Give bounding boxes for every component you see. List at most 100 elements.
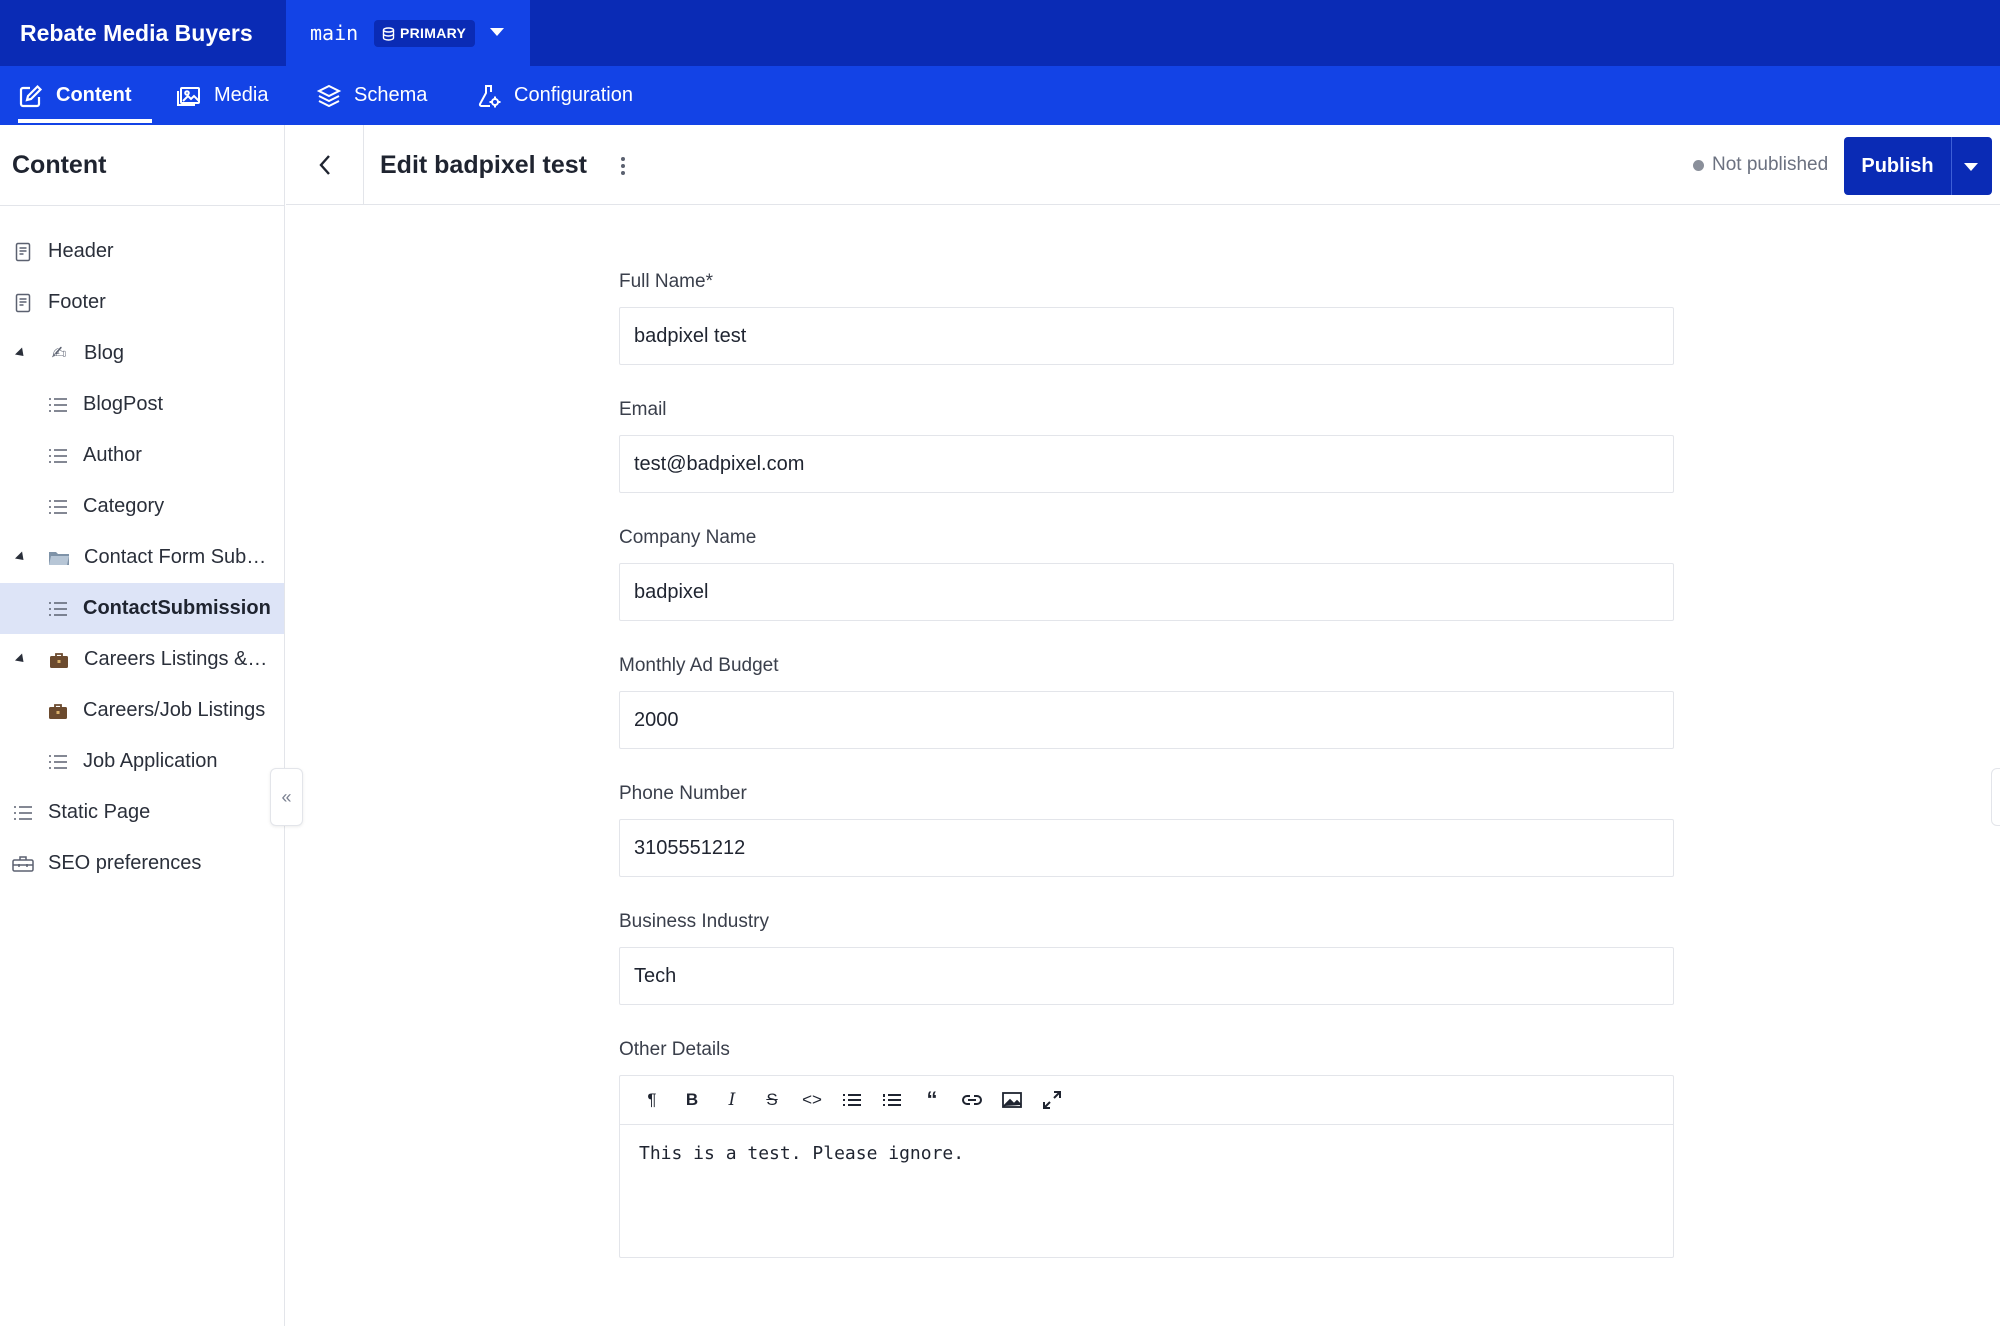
back-button[interactable] [286,125,364,205]
full-name-label: Full Name* [619,271,713,292]
sidebar-item-category[interactable]: Category [0,481,284,532]
sidebar-item-static-page[interactable]: Static Page [0,787,284,838]
sidebar-item-label: Careers/Job Listings [83,699,266,721]
tab-media-label: Media [214,84,269,106]
project-name[interactable]: Rebate Media Buyers [20,0,253,66]
document-icon [12,241,34,263]
numbered-list-icon[interactable] [872,1080,912,1120]
sidebar-item-label: Category [83,495,165,517]
layers-icon [316,84,342,107]
sidebar-item-careers-listings[interactable]: Careers Listings &… [0,634,284,685]
email-label: Email [619,399,667,420]
edit-icon [19,84,43,107]
publish-button[interactable]: Publish [1844,137,1952,195]
sidebar-title: Content [12,151,107,179]
other-details-label: Other Details [619,1039,730,1060]
flask-gear-icon [478,84,501,107]
list-icon [47,496,69,518]
rich-text-toolbar: ¶ B I S <> “ [620,1076,1673,1125]
environment-switcher[interactable]: main PRIMARY [286,0,530,66]
fullscreen-icon[interactable] [1032,1080,1072,1120]
sidebar-item-careers-job-listings[interactable]: Careers/Job Listings [0,685,284,736]
company-name-field[interactable]: badpixel [619,563,1674,621]
expand-right-panel-handle[interactable] [1991,768,2000,826]
list-icon [47,598,69,620]
sidebar-item-header[interactable]: Header [0,226,284,277]
chevron-down-icon[interactable] [490,28,504,36]
other-details-text[interactable]: This is a test. Please ignore. [620,1125,1673,1182]
sidebar-item-label: Careers Listings &… [84,648,268,670]
email-field[interactable]: test@badpixel.com [619,435,1674,493]
list-icon [47,445,69,467]
link-icon[interactable] [952,1080,992,1120]
briefcase-icon [48,649,70,671]
image-icon[interactable] [992,1080,1032,1120]
quote-icon[interactable]: “ [912,1080,952,1120]
list-icon [12,802,34,824]
double-chevron-left-icon: « [281,786,292,807]
tab-configuration[interactable]: Configuration [476,66,633,125]
company-name-label: Company Name [619,527,757,548]
tab-content-label: Content [56,84,132,106]
business-industry-label: Business Industry [619,911,769,932]
folder-icon [48,547,70,569]
sidebar-item-label: Static Page [48,801,151,823]
sidebar-item-contact-form-submissions[interactable]: Contact Form Sub… [0,532,284,583]
sidebar-item-job-application[interactable]: Job Application [0,736,284,787]
sidebar-item-seo-preferences[interactable]: SEO preferences [0,838,284,889]
monthly-ad-budget-field[interactable]: 2000 [619,691,1674,749]
strikethrough-icon[interactable]: S [752,1080,792,1120]
main-nav: Content Media Schema Configuration [0,66,2000,125]
chevron-left-icon [318,155,330,175]
publish-button-group: Publish [1844,137,1992,195]
publish-status: Not published [1693,125,1828,205]
sidebar-item-label: Blog [84,342,125,364]
caret-expanded-icon[interactable] [14,347,28,360]
tab-schema-label: Schema [354,84,428,106]
monthly-ad-budget-label: Monthly Ad Budget [619,655,779,676]
publish-options-dropdown[interactable] [1964,163,1978,171]
tab-schema[interactable]: Schema [316,66,427,125]
sidebar-item-label: ContactSubmission [83,597,271,619]
sidebar-item-contactsubmission[interactable]: ContactSubmission [0,583,284,634]
environment-name: main [310,21,359,45]
divider [0,205,284,206]
sidebar-item-blogpost[interactable]: BlogPost [0,379,284,430]
italic-icon[interactable]: I [712,1080,752,1120]
sidebar-item-label: BlogPost [83,393,164,415]
full-name-field[interactable]: badpixel test [619,307,1674,365]
other-details-editor: ¶ B I S <> “ This is a test. Please igno… [619,1075,1674,1258]
sidebar-item-label: Contact Form Sub… [84,546,267,568]
tab-configuration-label: Configuration [514,84,633,106]
more-options-icon[interactable] [613,155,633,177]
environment-badge: PRIMARY [374,20,476,47]
list-icon [47,394,69,416]
writing-hand-icon: ✍ [51,343,67,363]
top-bar: Rebate Media Buyers main PRIMARY [0,0,2000,66]
sidebar-item-footer[interactable]: Footer [0,277,284,328]
paragraph-icon[interactable]: ¶ [632,1080,672,1120]
sidebar-item-label: Job Application [83,750,218,772]
content-sidebar: Content Header Footer ✍ Blog BlogPost Au… [0,125,285,1326]
phone-number-label: Phone Number [619,783,747,804]
sidebar-item-author[interactable]: Author [0,430,284,481]
caret-expanded-icon[interactable] [14,653,28,666]
sidebar-item-blog[interactable]: ✍ Blog [0,328,284,379]
caret-expanded-icon[interactable] [14,551,28,564]
environment-badge-label: PRIMARY [400,25,467,41]
bold-icon[interactable]: B [672,1080,712,1120]
sidebar-item-label: Footer [48,291,106,313]
image-icon [177,86,200,106]
toolbox-icon [12,853,34,875]
collapse-sidebar-button[interactable]: « [270,768,303,826]
model-tree: Header Footer ✍ Blog BlogPost Author Cat… [0,226,284,889]
tab-media[interactable]: Media [176,66,268,125]
business-industry-field[interactable]: Tech [619,947,1674,1005]
document-icon [12,292,34,314]
code-icon[interactable]: <> [792,1080,832,1120]
phone-number-field[interactable]: 3105551212 [619,819,1674,877]
database-icon [382,26,395,41]
status-label: Not published [1712,154,1829,175]
bullet-list-icon[interactable] [832,1080,872,1120]
tab-content[interactable]: Content [18,66,152,125]
